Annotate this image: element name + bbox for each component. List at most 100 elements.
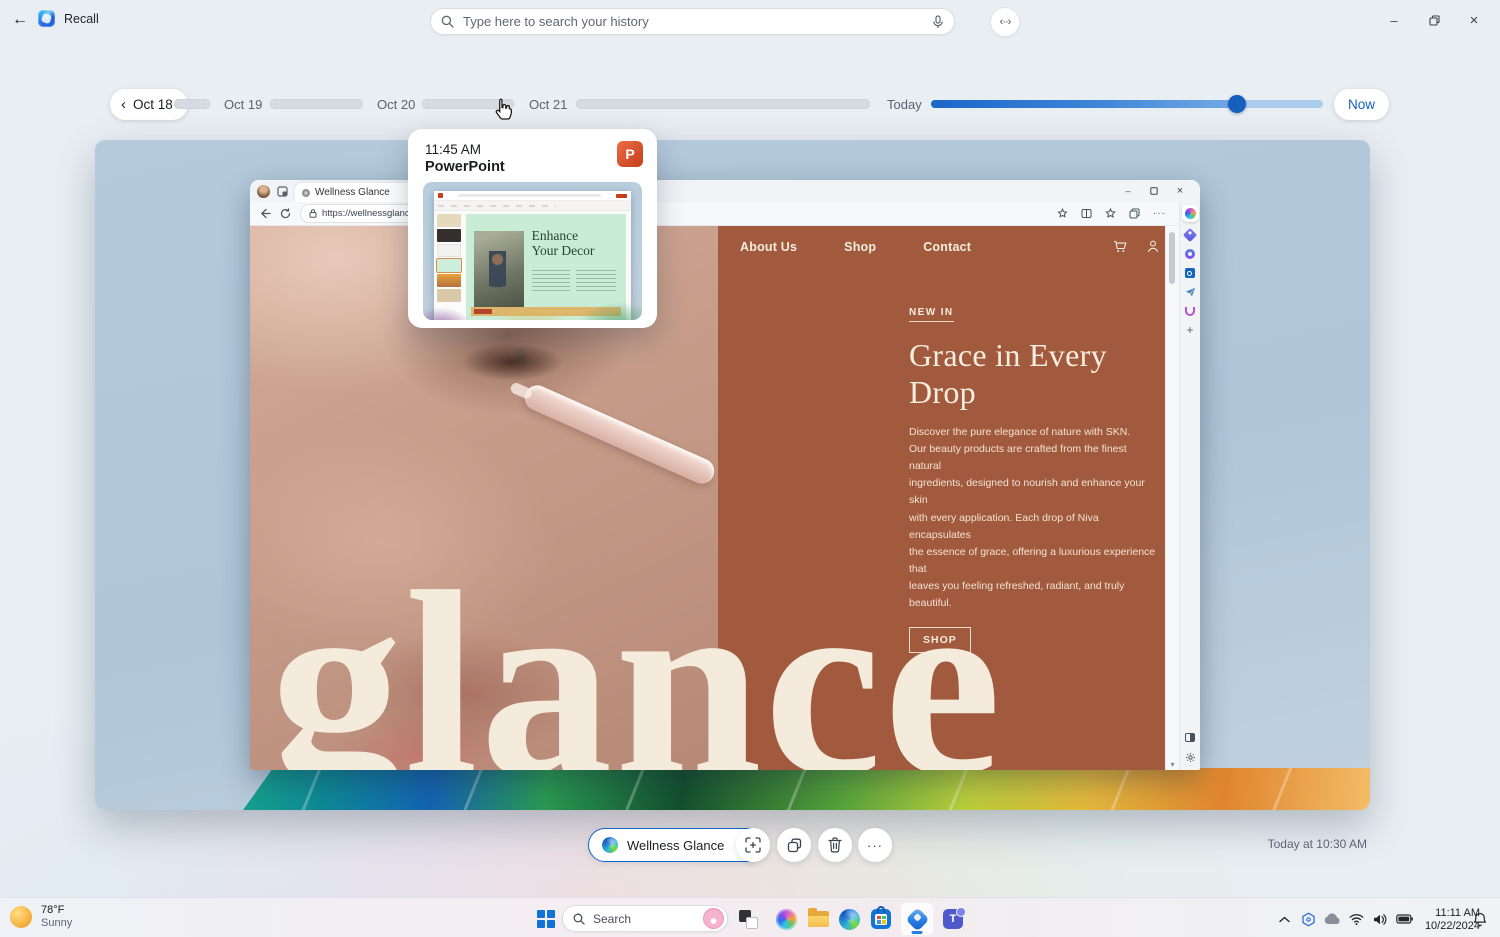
ppt-ribbon (434, 201, 631, 211)
battery-tray-icon[interactable] (1392, 906, 1416, 932)
ppt-current-slide: Enhance Your Decor (466, 214, 626, 320)
nav-link-shop[interactable]: Shop (844, 240, 876, 254)
profile-avatar[interactable] (257, 185, 270, 198)
close-button[interactable]: × (1454, 0, 1494, 40)
powerpoint-icon: P (617, 141, 643, 167)
new-in-label: NEW IN (909, 307, 954, 322)
hero-panel: About Us Shop Contact NEW IN Grace in Ev… (718, 226, 1179, 770)
slide-text-block (576, 270, 617, 294)
start-button[interactable] (534, 907, 558, 931)
app-identity: Recall (38, 10, 99, 27)
edge-icon (602, 837, 618, 853)
onedrive-tray-icon[interactable] (1320, 906, 1344, 932)
browser-refresh-button[interactable] (280, 208, 291, 219)
browser-close-button[interactable]: × (1167, 180, 1193, 202)
collections-button[interactable] (1129, 208, 1140, 219)
active-app-indicator (911, 931, 923, 934)
nav-link-about[interactable]: About Us (740, 240, 797, 254)
sidebar-settings-button[interactable] (1184, 751, 1196, 763)
snapshot-canvas[interactable]: Wellness Glance × – × (95, 140, 1370, 810)
now-button[interactable]: Now (1334, 89, 1390, 120)
slide-photo (474, 230, 524, 310)
sidebar-bottom (1184, 731, 1196, 763)
task-view-button[interactable] (735, 906, 761, 932)
weather-temp: 78°F (41, 904, 65, 916)
sidebar-shopping-button[interactable] (1182, 227, 1198, 243)
file-explorer-button[interactable] (805, 906, 831, 932)
sidebar-outlook-button[interactable] (1184, 267, 1196, 279)
scroll-down-arrow[interactable]: ▾ (1166, 760, 1179, 769)
browser-minimize-button[interactable]: – (1115, 180, 1141, 202)
timeline-toggle-icon: ‹··› (999, 16, 1012, 28)
app-title: Recall (64, 11, 99, 26)
slider-thumb[interactable] (1227, 95, 1246, 113)
wifi-tray-icon[interactable] (1344, 906, 1368, 932)
weather-widget[interactable]: 78°F Sunny (10, 904, 72, 930)
slide-title: Enhance Your Decor (531, 227, 595, 258)
favorites-star-button[interactable] (1105, 208, 1116, 219)
taskbar-copilot-button[interactable] (773, 906, 799, 932)
cart-icon[interactable] (1113, 240, 1127, 253)
teams-button[interactable]: T (940, 906, 966, 932)
tray-expand-button[interactable] (1272, 906, 1296, 932)
split-screen-button[interactable] (1081, 208, 1092, 219)
history-search-input[interactable]: Type here to search your history (430, 8, 955, 35)
notification-bell-button[interactable] (1468, 906, 1492, 932)
day-label-oct19: Oct 19 (224, 97, 263, 112)
timeline-segment-oct19[interactable] (270, 99, 363, 109)
search-placeholder: Type here to search your history (463, 14, 649, 29)
site-favicon (302, 188, 310, 197)
volume-tray-icon[interactable] (1368, 906, 1392, 932)
tab-actions-icon[interactable] (277, 186, 288, 197)
back-arrow-icon: ← (12, 11, 28, 28)
copilot-icon (775, 908, 797, 930)
preview-thumbnail[interactable]: Enhance Your Decor (423, 182, 642, 320)
ppt-titlebar (434, 191, 631, 201)
recall-logo-icon (38, 10, 55, 27)
snip-icon (745, 837, 761, 853)
preview-time: 11:45 AM (425, 142, 482, 157)
delete-button[interactable] (818, 828, 852, 862)
toggle-sidebar-button[interactable] (1184, 731, 1196, 743)
copilot-icon (1184, 208, 1196, 219)
favorites-hub-button[interactable] (1057, 208, 1068, 219)
more-actions-button[interactable]: ··· (858, 828, 892, 862)
bell-icon (1473, 912, 1487, 926)
browser-maximize-button[interactable] (1141, 180, 1167, 202)
timeline-toggle-button[interactable]: ‹··› (990, 7, 1020, 37)
timeline-segment-oct20[interactable] (422, 99, 514, 109)
copilot-button[interactable] (1181, 205, 1199, 222)
shop-button[interactable]: SHOP (909, 627, 971, 654)
microsoft-store-button[interactable] (868, 906, 894, 932)
taskbar-edge-button[interactable] (836, 906, 862, 932)
ppt-body: Enhance Your Decor (434, 211, 631, 320)
back-button[interactable]: ← (8, 8, 32, 32)
taskbar-search[interactable]: Search (562, 905, 728, 932)
account-icon[interactable] (1147, 240, 1159, 253)
timeline-segment-oct18[interactable] (174, 99, 210, 109)
sidebar-add-button[interactable]: + (1184, 324, 1196, 336)
copy-button[interactable] (777, 828, 811, 862)
page-scrollbar[interactable]: ▾ (1165, 226, 1179, 770)
sidebar-games-button[interactable] (1184, 305, 1196, 317)
click-to-do-button[interactable] (736, 828, 770, 862)
ellipsis-icon: ··· (867, 837, 883, 853)
time-slider[interactable] (931, 95, 1323, 113)
teams-icon: T (943, 907, 966, 929)
minimize-button[interactable]: – (1374, 0, 1414, 40)
snapshot-timestamp: Today at 10:30 AM (1267, 837, 1367, 851)
hexagon-icon (1301, 911, 1315, 927)
nav-link-contact[interactable]: Contact (923, 240, 971, 254)
scrollbar-thumb[interactable] (1169, 232, 1175, 284)
window-controls: – × (1374, 0, 1494, 40)
sidebar-tools-button[interactable] (1184, 248, 1196, 260)
browser-toolbar: https://wellnessglance.com ··· (250, 202, 1200, 226)
sidebar-drop-button[interactable] (1184, 286, 1196, 298)
mic-button[interactable] (932, 14, 944, 29)
browser-more-button[interactable]: ··· (1153, 208, 1166, 219)
browser-back-button[interactable] (259, 208, 271, 219)
security-tray-icon[interactable] (1296, 906, 1320, 932)
restore-button[interactable] (1414, 0, 1454, 40)
taskbar-recall-button[interactable] (901, 903, 933, 935)
timeline-segment-oct21[interactable] (576, 99, 870, 109)
